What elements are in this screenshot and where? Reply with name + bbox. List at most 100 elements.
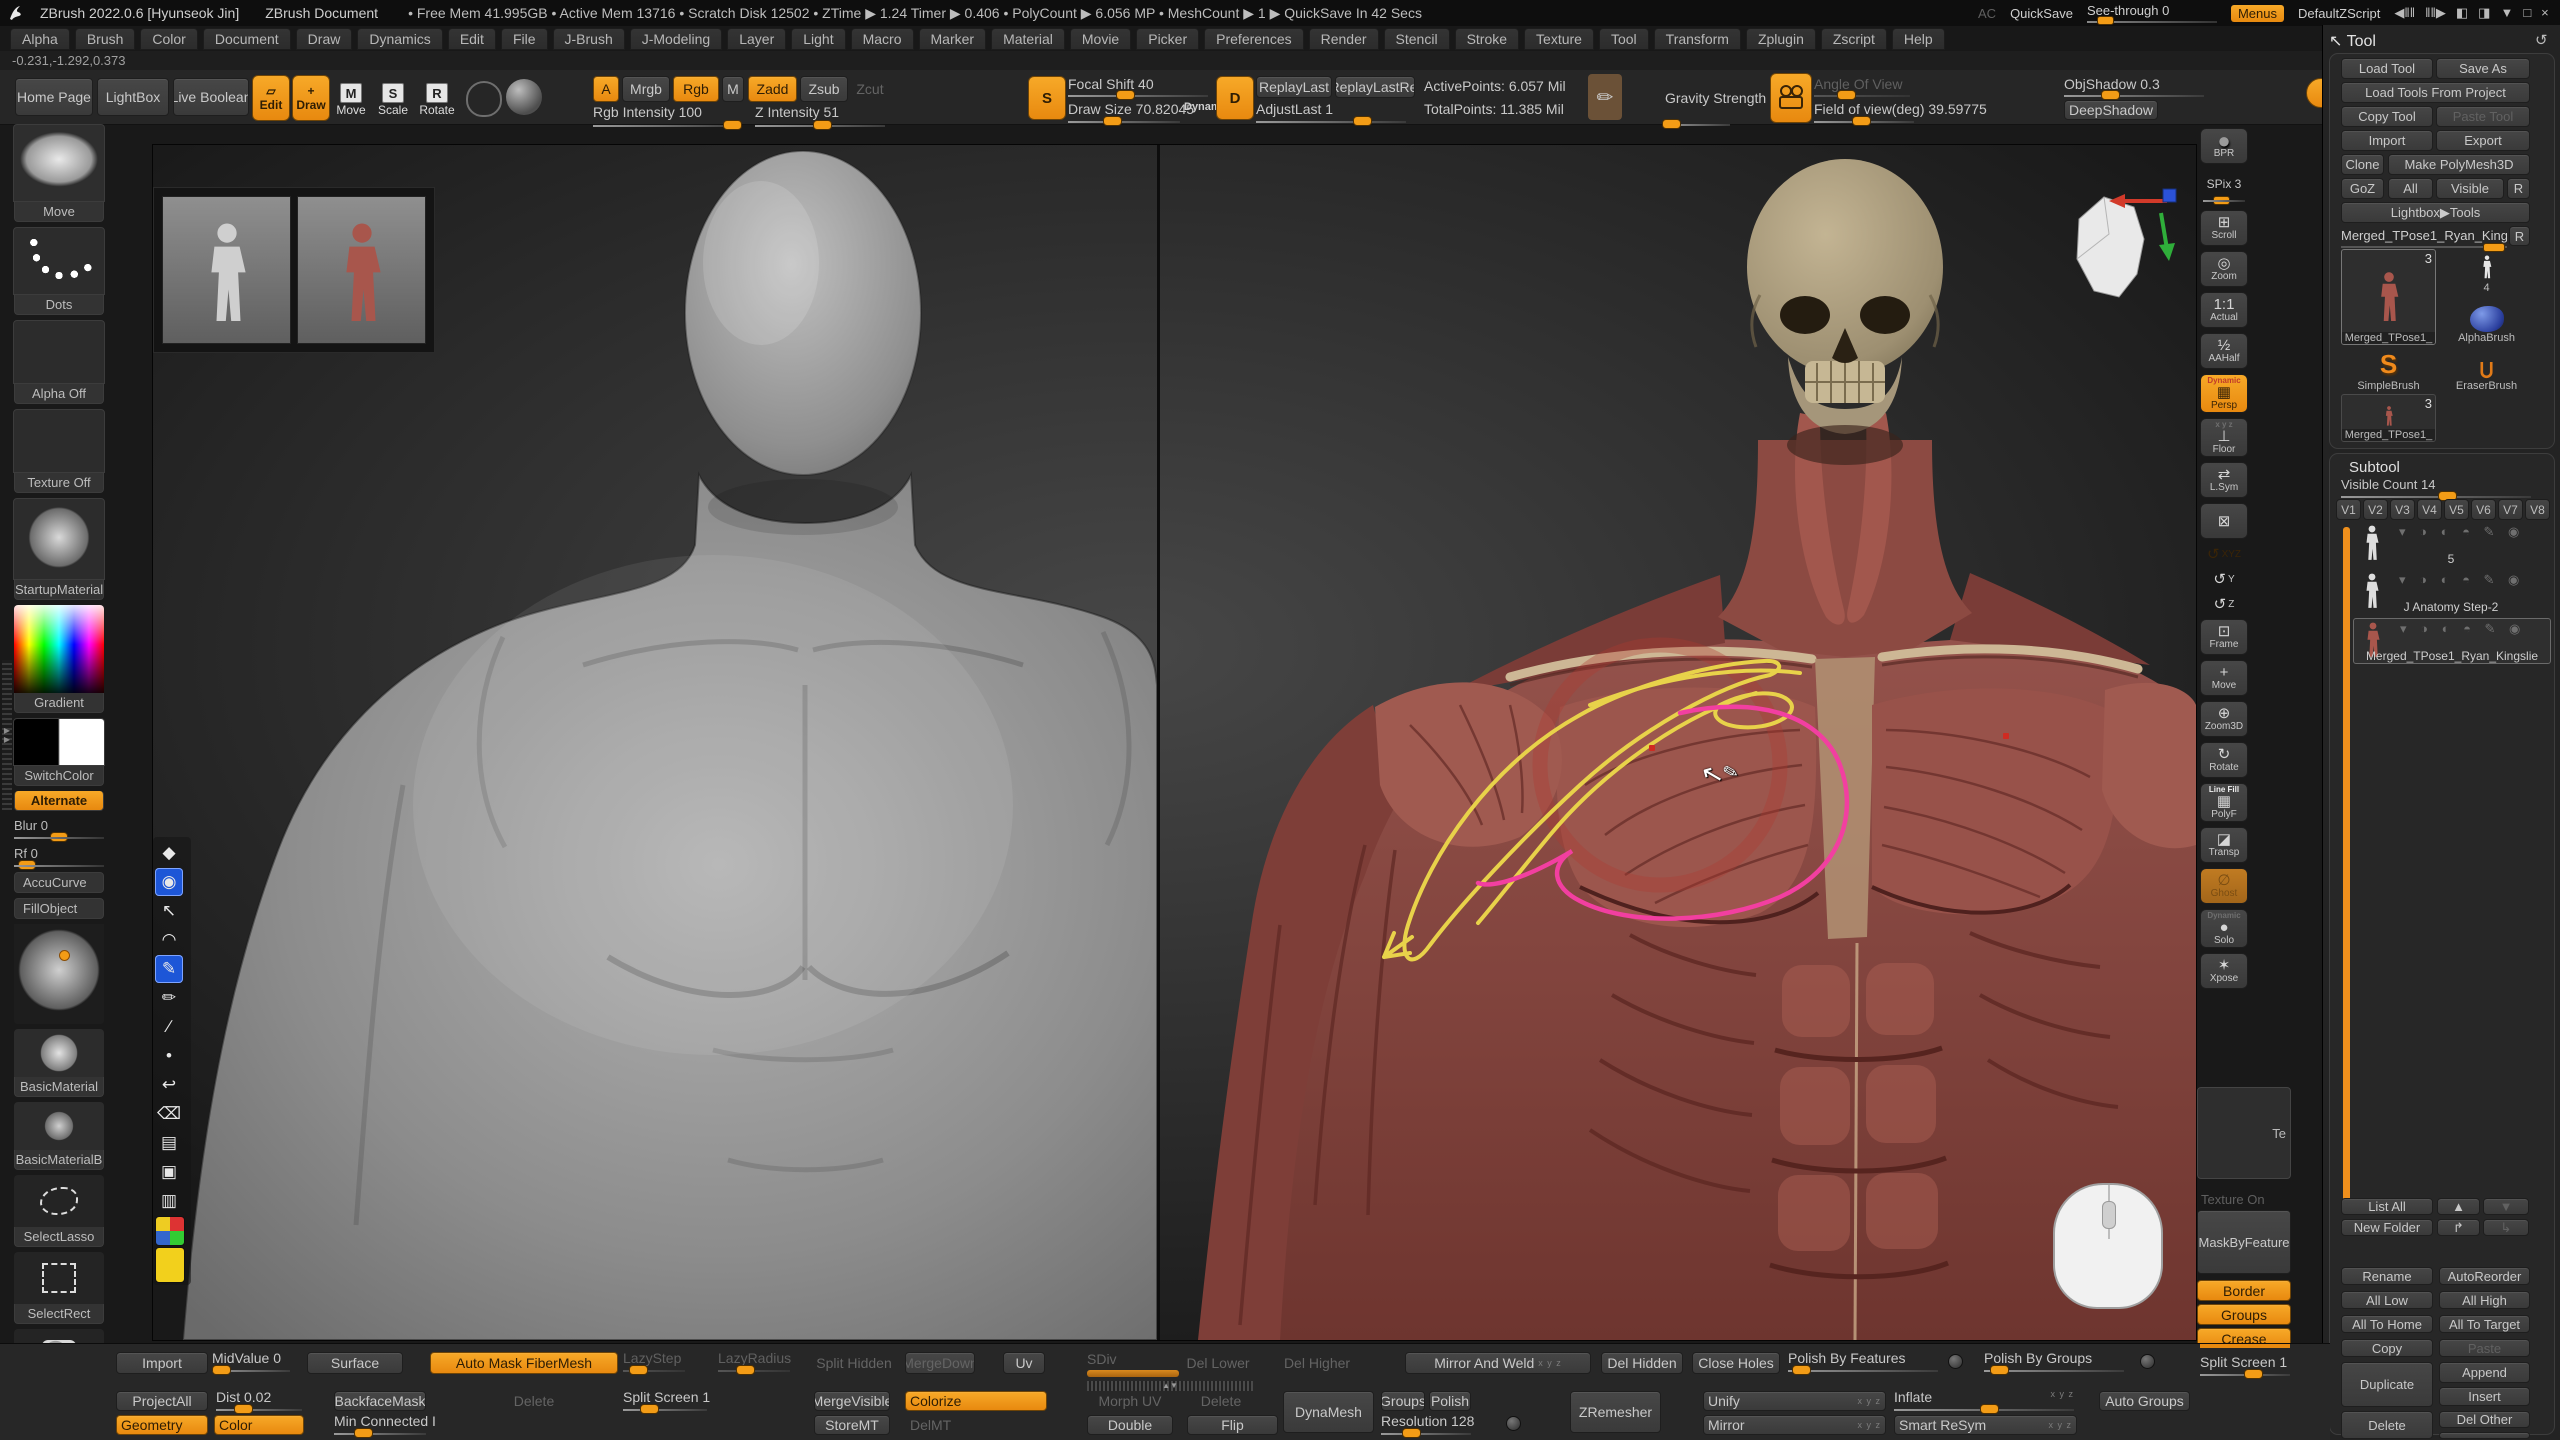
tray-thumbnail[interactable] — [13, 718, 105, 766]
move-out-folder-button[interactable]: ↳ — [2483, 1219, 2529, 1236]
lazyradius-slider[interactable]: LazyRadius — [718, 1350, 790, 1372]
polish-by-groups-slider[interactable]: Polish By Groups — [1984, 1350, 2124, 1372]
mrgb-button[interactable]: Mrgb — [622, 76, 670, 102]
morph-uv-button[interactable]: Morph UV — [1087, 1391, 1173, 1411]
visibility-tab[interactable]: V1 — [2336, 499, 2361, 520]
visibility-tab[interactable]: V6 — [2471, 499, 2496, 520]
polish-by-features-slider[interactable]: Polish By Features — [1788, 1350, 1938, 1372]
auto-reorder-button[interactable]: AutoReorder — [2439, 1267, 2530, 1285]
visible-count-slider[interactable]: Visible Count 14 — [2341, 477, 2531, 498]
save-as-button[interactable]: Save As — [2436, 58, 2530, 79]
menu-item[interactable]: Zplugin — [1746, 28, 1816, 50]
move-button[interactable]: MMove — [330, 77, 372, 117]
export-button[interactable]: Export — [2436, 130, 2530, 151]
del-other-button[interactable]: Del Other — [2439, 1411, 2530, 1428]
tool-thumb-eraserbrush[interactable]: ⊃ EraserBrush — [2441, 347, 2532, 393]
lightbox-tools-button[interactable]: Lightbox▶Tools — [2341, 202, 2530, 223]
strip-button[interactable]: ⊞ Scroll — [2200, 210, 2248, 246]
pen-palette-icon[interactable]: ◆ — [155, 839, 183, 867]
pen-palette-icon[interactable]: • — [155, 1042, 183, 1070]
paste-tool-button[interactable]: Paste Tool — [2436, 106, 2530, 127]
draw-button[interactable]: +Draw — [292, 75, 330, 121]
material-well-icon[interactable] — [506, 79, 542, 115]
del-hidden-button[interactable]: Del Hidden — [1601, 1352, 1683, 1374]
rotate-button[interactable]: RRotate — [414, 77, 460, 117]
rgb-button[interactable]: Rgb — [673, 76, 719, 102]
pen-palette-icon[interactable]: ▤ — [155, 1129, 183, 1157]
backfacemask-button[interactable]: BackfaceMask — [334, 1391, 426, 1411]
strip-button[interactable]: ↺ Y — [2207, 569, 2241, 589]
menu-item[interactable]: Light — [791, 28, 845, 50]
color-tab-button[interactable]: Color — [214, 1415, 304, 1435]
ac-toggle[interactable]: AC — [1978, 6, 1996, 21]
strip-button[interactable]: ◎ Zoom — [2200, 251, 2248, 287]
home-page-button[interactable]: Home Page — [15, 78, 93, 116]
tray-label[interactable]: BasicMaterial — [14, 1077, 104, 1097]
pen-palette-icon[interactable]: ▣ — [155, 1158, 183, 1186]
rename-button[interactable]: Rename — [2341, 1267, 2433, 1285]
visibility-tab[interactable]: V7 — [2498, 499, 2523, 520]
tool-thumb-current[interactable]: 3 Merged_TPose1_ — [2341, 249, 2436, 345]
tray-thumbnail[interactable] — [14, 605, 104, 693]
tool-refresh-icon[interactable]: ↺ — [2535, 31, 2548, 49]
zadd-button[interactable]: Zadd — [748, 76, 797, 102]
paste-subtool-button[interactable]: Paste — [2439, 1339, 2530, 1357]
visibility-tab[interactable]: V3 — [2390, 499, 2415, 520]
visibility-tab[interactable]: V8 — [2525, 499, 2550, 520]
pen-palette-icon[interactable] — [155, 1247, 185, 1283]
load-tools-from-project-button[interactable]: Load Tools From Project — [2341, 82, 2530, 103]
insert-button[interactable]: Insert — [2439, 1387, 2530, 1406]
goz-button[interactable]: GoZ — [2341, 178, 2384, 199]
projectall-button[interactable]: ProjectAll — [116, 1391, 208, 1411]
thumbnail-anatomy-model[interactable] — [297, 196, 426, 344]
strip-button[interactable]: ∅ Ghost — [2200, 868, 2248, 904]
lightbox-button[interactable]: LightBox — [97, 78, 169, 116]
subtool-row-icons[interactable]: ▾ ◑ ◐ ◓ ✎ ◉ — [2400, 621, 2525, 637]
menu-item[interactable]: Material — [991, 28, 1065, 50]
strip-button[interactable]: ⇄ L.Sym — [2200, 462, 2248, 498]
subtool-row-icons[interactable]: ▾ ◑ ◐ ◓ ✎ ◉ — [2399, 572, 2524, 588]
strip-button[interactable]: ↻ Rotate — [2200, 742, 2248, 778]
pen-palette-icon[interactable]: ↖ — [155, 897, 183, 925]
split-screen-slider-bottom[interactable]: Split Screen 1 — [2200, 1354, 2290, 1376]
close-holes-button[interactable]: Close Holes — [1692, 1352, 1780, 1374]
tray-thumbnail[interactable] — [14, 1102, 104, 1150]
subtool-row[interactable]: ▾ ◑ ◐ ◓ ✎ ◉ 5 — [2353, 522, 2549, 566]
strip-button[interactable]: ⊠ — [2200, 503, 2248, 539]
a-button[interactable]: A — [593, 76, 619, 102]
deep-shadow-button[interactable]: DeepShadow — [2064, 100, 2158, 120]
subtool-row-icons[interactable]: ▾ ◑ ◐ ◓ ✎ ◉ — [2399, 524, 2524, 540]
menu-item[interactable]: File — [501, 28, 548, 50]
tray-thumbnail[interactable] — [14, 1252, 104, 1304]
window-control-icon[interactable]: ‖‖▶ — [2425, 5, 2446, 21]
quicksave-button[interactable]: QuickSave — [2010, 6, 2073, 21]
palette-divider-scrollbar[interactable]: ▶▶ — [2, 660, 12, 810]
delete-layer-button[interactable]: Delete — [490, 1391, 578, 1411]
min-connected-slider[interactable]: Min Connected I — [334, 1413, 426, 1435]
menu-item[interactable]: Texture — [1524, 28, 1594, 50]
tray-thumbnail[interactable] — [13, 320, 105, 384]
menu-item[interactable]: Dynamics — [357, 28, 442, 50]
strip-button[interactable]: 1:1 Actual — [2200, 292, 2248, 328]
strip-button[interactable]: ● BPR — [2200, 128, 2248, 164]
storemt-button[interactable]: StoreMT — [814, 1415, 890, 1435]
visibility-tab[interactable]: V2 — [2363, 499, 2388, 520]
mergevisible-button[interactable]: MergeVisible — [814, 1391, 890, 1411]
strip-button[interactable]: + Move — [2200, 660, 2248, 696]
tray-thumbnail[interactable] — [13, 227, 105, 295]
pen-palette-icon[interactable]: ∕ — [155, 1013, 183, 1041]
subtool-name[interactable]: Merged_TPose1_Ryan_Kingslie — [2354, 649, 2550, 663]
copy-tool-button[interactable]: Copy Tool — [2341, 106, 2433, 127]
menu-item[interactable]: J-Modeling — [630, 28, 722, 50]
strip-button[interactable]: Line Fill ▦ PolyF — [2200, 783, 2248, 822]
strip-button[interactable]: ◪ Transp — [2200, 827, 2248, 863]
delete-button-2[interactable]: Delete — [1187, 1391, 1255, 1411]
menu-item[interactable]: Zscript — [1821, 28, 1887, 50]
menu-item[interactable]: Alpha — [10, 28, 70, 50]
tray-label[interactable]: Dots — [14, 295, 104, 315]
replay-last-button[interactable]: ReplayLast — [1256, 76, 1332, 98]
window-control-icon[interactable]: ◧ — [2456, 5, 2468, 21]
window-control-icon[interactable]: ◀‖‖ — [2394, 5, 2415, 21]
strip-button[interactable]: ½ AAHalf — [2200, 333, 2248, 369]
obj-shadow-slider[interactable]: ObjShadow 0.3 — [2064, 76, 2204, 97]
